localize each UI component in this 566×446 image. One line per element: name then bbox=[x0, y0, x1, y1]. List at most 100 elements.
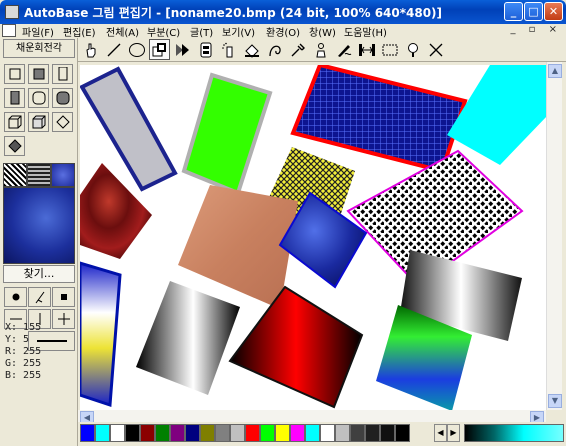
cross-icon[interactable] bbox=[425, 39, 446, 60]
x-readout: X: 155 bbox=[5, 322, 42, 333]
palette-right-icon[interactable]: ▶ bbox=[447, 424, 460, 442]
color-palette-bar: ◀ ▶ bbox=[78, 422, 566, 444]
palette-color-6[interactable] bbox=[170, 424, 185, 442]
close-button[interactable]: ✕ bbox=[544, 2, 563, 21]
app-icon[interactable] bbox=[5, 5, 19, 19]
palette-color-5[interactable] bbox=[155, 424, 170, 442]
document-icon[interactable] bbox=[2, 24, 16, 37]
menu-file[interactable]: 파일(F) bbox=[22, 24, 54, 39]
shape-green-rect bbox=[181, 72, 273, 196]
texture-swatch-1[interactable] bbox=[3, 163, 27, 187]
hand-select-icon[interactable] bbox=[80, 39, 101, 60]
shape-blue-grid-rect bbox=[290, 65, 468, 174]
menu-view[interactable]: 보기(V) bbox=[222, 24, 255, 39]
rect-tall-filled-icon[interactable] bbox=[4, 88, 25, 108]
maximize-button[interactable]: □ bbox=[524, 2, 543, 21]
wave-brush-icon[interactable] bbox=[333, 39, 354, 60]
palette-color-12[interactable] bbox=[260, 424, 275, 442]
rect-tall-icon[interactable] bbox=[52, 64, 73, 84]
text-box-icon[interactable] bbox=[195, 39, 216, 60]
drawing-canvas[interactable] bbox=[80, 65, 548, 410]
texture-swatch-3[interactable] bbox=[51, 163, 75, 187]
palette-color-15[interactable] bbox=[305, 424, 320, 442]
cube-outline-icon[interactable] bbox=[4, 112, 25, 132]
palette-color-8[interactable] bbox=[200, 424, 215, 442]
menu-part[interactable]: 부분(C) bbox=[147, 24, 180, 39]
menu-text[interactable]: 글(T) bbox=[190, 24, 213, 39]
shape-gray-rect bbox=[80, 66, 178, 192]
palette-color-16[interactable] bbox=[320, 424, 335, 442]
magnify-icon[interactable] bbox=[402, 39, 423, 60]
copy-region-icon[interactable] bbox=[149, 39, 170, 60]
left-tool-panel: 채운회전각 찾기... X: 155 Y: 5 R: 255 G: 255 B:… bbox=[0, 38, 78, 446]
gradient-swatch[interactable] bbox=[464, 424, 564, 442]
shape-gray-gradient bbox=[136, 281, 240, 395]
point-brush-icon[interactable] bbox=[4, 287, 27, 307]
shape-cyan-rect bbox=[447, 65, 548, 165]
palette-color-0[interactable] bbox=[80, 424, 95, 442]
rectangle-select-icon[interactable] bbox=[379, 39, 400, 60]
rounded-rect-icon[interactable] bbox=[28, 88, 49, 108]
color-palette bbox=[80, 424, 410, 442]
b-readout: B: 255 bbox=[5, 370, 42, 381]
menu-bar: 파일(F) 편집(E) 전체(A) 부분(C) 글(T) 보기(V) 환경(O)… bbox=[0, 24, 566, 39]
resize-icon[interactable] bbox=[356, 39, 377, 60]
square-brush-icon[interactable] bbox=[52, 287, 75, 307]
palette-color-21[interactable] bbox=[395, 424, 410, 442]
ellipse-icon[interactable] bbox=[126, 39, 147, 60]
scroll-up-icon[interactable]: ▲ bbox=[548, 64, 562, 78]
palette-color-3[interactable] bbox=[125, 424, 140, 442]
rect-filled-icon[interactable] bbox=[28, 64, 49, 84]
y-readout: Y: 5 bbox=[5, 334, 30, 345]
palette-color-17[interactable] bbox=[335, 424, 350, 442]
rounded-rect-filled-icon[interactable] bbox=[52, 88, 73, 108]
palette-color-10[interactable] bbox=[230, 424, 245, 442]
diamond-icon[interactable] bbox=[52, 112, 73, 132]
palette-color-9[interactable] bbox=[215, 424, 230, 442]
mdi-window-buttons[interactable]: _ ▫ × bbox=[510, 24, 562, 35]
find-button[interactable]: 찾기... bbox=[3, 265, 75, 283]
spray-icon[interactable] bbox=[218, 39, 239, 60]
fill-rotate-button[interactable]: 채운회전각 bbox=[3, 39, 75, 58]
title-bar: AutoBase 그림 편집기 - [noname20.bmp (24 bit,… bbox=[0, 0, 566, 24]
menu-settings[interactable]: 환경(O) bbox=[266, 24, 300, 39]
palette-color-4[interactable] bbox=[140, 424, 155, 442]
minimize-button[interactable]: _ bbox=[504, 2, 523, 21]
window-title: AutoBase 그림 편집기 - [noname20.bmp (24 bit,… bbox=[24, 6, 443, 20]
texture-swatches bbox=[3, 163, 75, 187]
scroll-down-icon[interactable]: ▼ bbox=[548, 394, 562, 408]
texture-swatch-2[interactable] bbox=[27, 163, 51, 187]
eyedropper-icon[interactable] bbox=[287, 39, 308, 60]
shape-tan-texture bbox=[178, 185, 298, 309]
toolbar bbox=[78, 38, 566, 62]
curve-icon[interactable] bbox=[264, 39, 285, 60]
texture-preview bbox=[3, 187, 75, 264]
cube-filled-icon[interactable] bbox=[28, 112, 49, 132]
palette-color-14[interactable] bbox=[290, 424, 305, 442]
palette-color-13[interactable] bbox=[275, 424, 290, 442]
canvas-area: ▲ ▼ ◀ ▶ bbox=[78, 62, 562, 424]
diamond-filled-icon[interactable] bbox=[4, 136, 25, 156]
menu-help[interactable]: 도움말(H) bbox=[344, 24, 387, 39]
palette-color-11[interactable] bbox=[245, 424, 260, 442]
shape-red-gradient bbox=[228, 285, 364, 409]
menu-edit[interactable]: 편집(E) bbox=[63, 24, 96, 39]
menu-window[interactable]: 창(W) bbox=[309, 24, 336, 39]
palette-color-19[interactable] bbox=[365, 424, 380, 442]
pen-brush-icon[interactable] bbox=[28, 287, 51, 307]
palette-color-18[interactable] bbox=[350, 424, 365, 442]
palette-left-icon[interactable]: ◀ bbox=[434, 424, 447, 442]
palette-color-2[interactable] bbox=[110, 424, 125, 442]
stamp-icon[interactable] bbox=[310, 39, 331, 60]
menu-all[interactable]: 전체(A) bbox=[106, 24, 139, 39]
palette-color-7[interactable] bbox=[185, 424, 200, 442]
line-icon[interactable] bbox=[103, 39, 124, 60]
palette-color-1[interactable] bbox=[95, 424, 110, 442]
arrow-shape-icon[interactable] bbox=[172, 39, 193, 60]
palette-color-20[interactable] bbox=[380, 424, 395, 442]
g-readout: G: 255 bbox=[5, 358, 42, 369]
r-readout: R: 255 bbox=[5, 346, 42, 357]
rect-outline-icon[interactable] bbox=[4, 64, 25, 84]
fill-bucket-icon[interactable] bbox=[241, 39, 262, 60]
vertical-scrollbar[interactable]: ▲ ▼ bbox=[546, 62, 562, 410]
